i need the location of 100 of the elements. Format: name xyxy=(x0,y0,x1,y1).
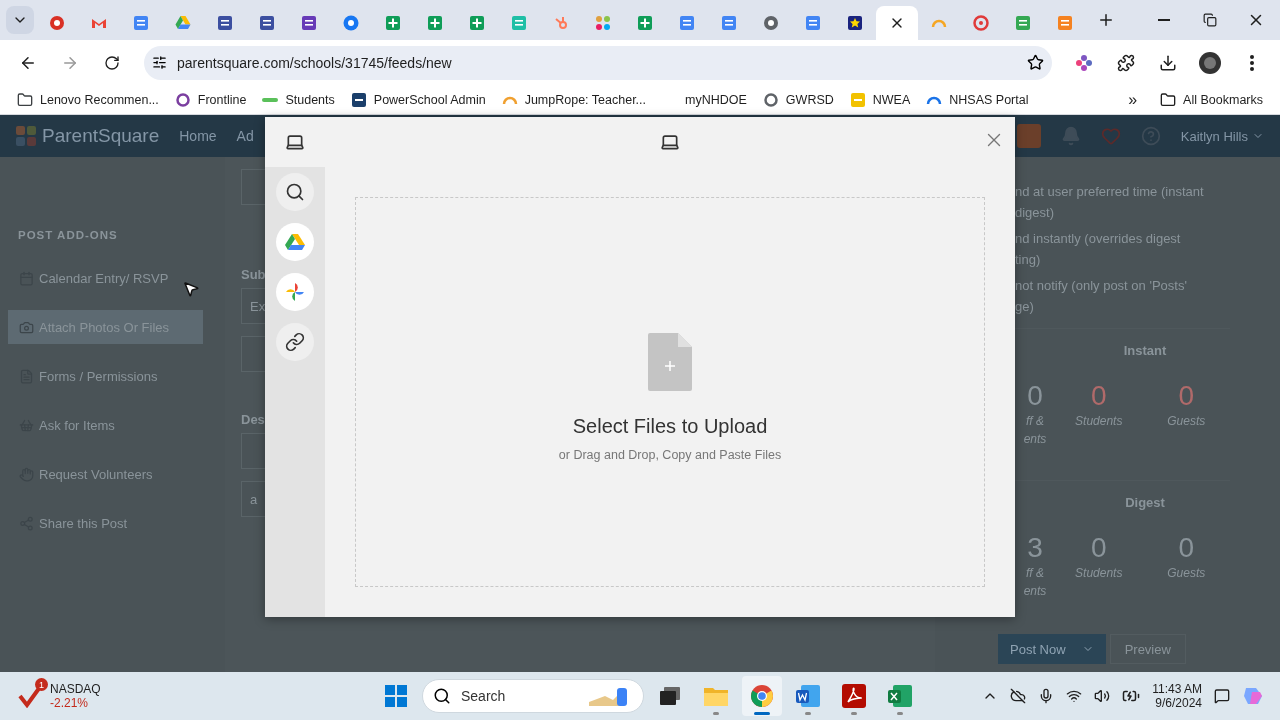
windows-icon xyxy=(385,685,407,707)
notification-icon xyxy=(1214,688,1230,704)
form-icon xyxy=(217,15,233,31)
stat-value: 0 xyxy=(1090,380,1107,412)
stat-value: 0 xyxy=(1090,532,1107,564)
bookmark[interactable]: JumpRope: Teacher... xyxy=(494,88,654,111)
laptop-icon xyxy=(660,132,680,152)
camera-icon xyxy=(19,319,34,335)
stat-label: Students xyxy=(1075,413,1123,430)
document-icon xyxy=(679,15,695,31)
stat-value: 0 xyxy=(1027,380,1043,412)
spreadsheet-icon xyxy=(637,15,653,31)
drive-icon xyxy=(175,16,191,30)
notification-badge: 1 xyxy=(35,678,48,691)
record-icon xyxy=(49,15,65,31)
heart-icon xyxy=(1100,126,1121,146)
option-text: not notify (only post on 'Posts' xyxy=(1015,277,1187,295)
document-icon xyxy=(721,15,737,31)
nav-link[interactable]: Home xyxy=(179,128,217,144)
arc-icon xyxy=(931,18,947,28)
folder-icon xyxy=(704,686,728,706)
option-text: ge) xyxy=(1015,298,1034,316)
stat-label: ff & ents xyxy=(1022,413,1048,448)
link-icon xyxy=(285,332,305,352)
bookmark[interactable]: Students xyxy=(255,89,342,110)
address-bar[interactable]: parentsquare.com/schools/31745/feeds/new xyxy=(144,45,1052,80)
mouse-cursor-icon xyxy=(182,280,200,298)
bookmark-star-icon xyxy=(1027,54,1044,71)
section-heading: POST ADD-ONS xyxy=(17,229,119,241)
stat-label: ff & ents xyxy=(1022,565,1048,600)
volume-icon xyxy=(1094,688,1111,704)
upload-title: Select Files to Upload xyxy=(572,414,768,438)
folder-icon xyxy=(1160,91,1177,108)
upload-hint: or Drag and Drop, Copy and Paste Files xyxy=(558,447,782,462)
clock[interactable]: 11:43 AM 9/6/2024 xyxy=(1152,682,1202,710)
avatar-icon xyxy=(1199,51,1221,74)
bookmark[interactable]: myNHDOE xyxy=(655,89,754,110)
source-button[interactable] xyxy=(276,323,314,361)
stat-label: Guests xyxy=(1167,413,1206,430)
document-icon xyxy=(805,15,821,31)
app-icon xyxy=(1057,15,1073,31)
file-add-icon xyxy=(648,332,692,391)
stock-change: -2.21% xyxy=(50,696,90,710)
bell-icon xyxy=(1060,126,1081,146)
laptop-icon xyxy=(285,132,305,152)
group-title: Digest xyxy=(1124,495,1166,510)
wifi-icon xyxy=(1066,688,1083,704)
search-field[interactable]: Search xyxy=(459,687,579,705)
sprocket-icon xyxy=(554,16,568,30)
flower-icon xyxy=(1075,53,1093,72)
bookmark[interactable]: Lenovo Recommen... xyxy=(10,88,166,111)
bookmark[interactable]: NWEA xyxy=(842,88,918,111)
option-text: nd instantly (overrides digest xyxy=(1015,230,1181,248)
cloud-icon xyxy=(1010,688,1027,704)
search-icon xyxy=(285,182,305,202)
stat-label: Guests xyxy=(1167,565,1206,582)
spreadsheet-icon xyxy=(469,15,485,31)
acrobat-icon xyxy=(842,684,866,708)
user-menu[interactable]: Kaitlyn Hills xyxy=(1180,128,1264,144)
globe-icon xyxy=(763,15,779,31)
nav-link[interactable]: Ad xyxy=(236,128,254,144)
puzzle-icon xyxy=(1117,53,1135,72)
chrome-icon xyxy=(750,684,774,708)
plus-icon xyxy=(1097,11,1115,29)
social-icon xyxy=(343,15,359,31)
bookmark[interactable]: PowerSchool Admin xyxy=(343,88,493,111)
option-text: ting) xyxy=(1015,251,1041,269)
option-text: nd at user preferred time (instant xyxy=(1015,183,1204,201)
word-icon xyxy=(796,685,820,707)
more-bookmarks-button[interactable]: » xyxy=(1114,90,1152,109)
excel-icon xyxy=(888,685,912,707)
stock-name: NASDAQ xyxy=(50,682,101,696)
stat-value: 0 xyxy=(1178,532,1195,564)
download-icon xyxy=(1159,53,1177,72)
wheel-icon xyxy=(973,15,989,31)
bookmark[interactable]: GWRSD xyxy=(755,88,841,111)
source-button[interactable] xyxy=(276,173,314,211)
reload-icon xyxy=(104,54,120,71)
pinwheel-icon xyxy=(285,282,305,302)
post-now-button[interactable]: Post Now xyxy=(998,634,1106,664)
menu-icon xyxy=(1250,54,1254,71)
field-label: Des xyxy=(241,412,265,427)
field-label: Sub xyxy=(241,267,266,282)
tab-search-button[interactable] xyxy=(6,6,34,34)
minimize-icon xyxy=(1158,19,1170,21)
source-tab[interactable] xyxy=(265,117,325,167)
restore-icon xyxy=(1203,13,1217,27)
drive-icon xyxy=(285,233,305,251)
bookmark[interactable]: NHSAS Portal xyxy=(919,88,1036,111)
search-icon xyxy=(433,687,451,705)
stat-label: Students xyxy=(1075,565,1123,582)
bookmark[interactable]: All Bookmarks xyxy=(1153,88,1270,111)
stat-value: 0 xyxy=(1178,380,1195,412)
help-icon xyxy=(1140,126,1161,146)
app-icon xyxy=(1015,15,1031,31)
drop-zone[interactable]: Select Files to Upload or Drag and Drop, Copy and Paste Files xyxy=(355,197,985,587)
bookmark[interactable]: Frontline xyxy=(167,88,254,111)
form-icon xyxy=(259,15,275,31)
search-box[interactable]: Search xyxy=(422,679,644,713)
option-text: digest) xyxy=(1015,204,1055,222)
